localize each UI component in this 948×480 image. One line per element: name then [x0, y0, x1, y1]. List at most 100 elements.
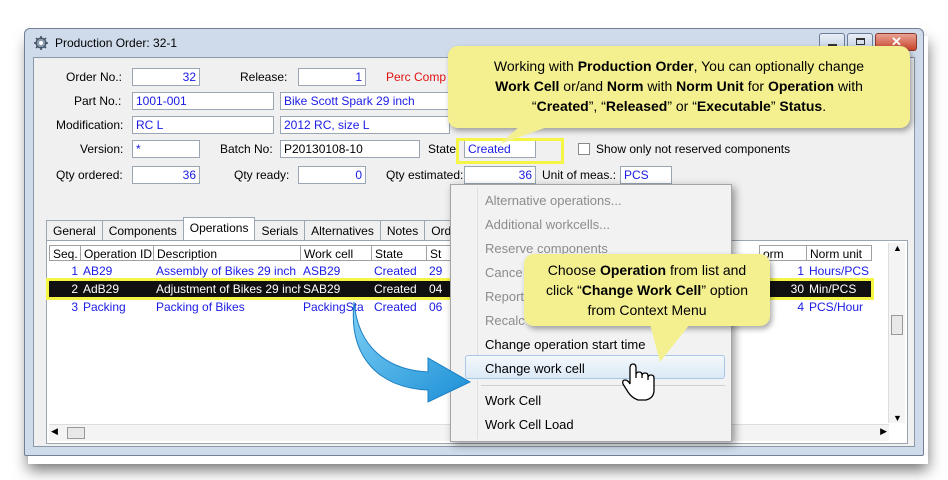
cell-work-cell: ASB29	[303, 264, 341, 278]
part-no-label: Part No.:	[74, 94, 122, 108]
callout-bold: Production Order	[577, 58, 694, 74]
callout-bold: Operation	[767, 78, 835, 94]
qty-estimated-field[interactable]: 36	[464, 166, 536, 184]
cell-norm-unit: Hours/PCS	[809, 264, 870, 278]
tab-notes[interactable]: Notes	[379, 220, 426, 240]
scroll-right-icon[interactable]: ▶	[880, 426, 887, 437]
window-title: Production Order: 32-1	[55, 36, 178, 50]
gear-icon	[34, 36, 48, 50]
unit-field[interactable]: PCS	[620, 166, 672, 184]
callout-top-pointer	[500, 126, 550, 144]
tab-components[interactable]: Components	[101, 220, 184, 240]
perc-comp-label: Perc Comp P	[386, 70, 458, 84]
header-work-cell[interactable]: Work cell	[300, 245, 372, 261]
order-no-field[interactable]: 32	[132, 68, 200, 86]
qty-ordered-field[interactable]: 36	[132, 166, 200, 184]
tab-operations[interactable]: Operations	[182, 217, 256, 240]
tab-alternatives[interactable]: Alternatives	[304, 220, 381, 240]
menu-item-work-cell-load[interactable]: Work Cell Load	[485, 417, 574, 432]
tab-general[interactable]: General	[46, 220, 103, 240]
scroll-up-icon[interactable]: ▲	[893, 243, 902, 253]
vertical-scroll-thumb[interactable]	[891, 315, 903, 335]
menu-item-cancel[interactable]: Cance	[485, 265, 523, 280]
batch-no-field[interactable]: P20130108-10	[280, 140, 420, 158]
callout-text: , You can optionally change	[693, 58, 865, 74]
qty-estimated-label: Qty estimated:	[386, 168, 464, 182]
cell-seq: 3	[71, 300, 78, 314]
menu-item-change-work-cell[interactable]: Change work cell	[485, 361, 585, 376]
qty-ready-field[interactable]: 0	[298, 166, 366, 184]
unit-label: Unit of meas.:	[542, 168, 617, 182]
menu-separator	[481, 385, 725, 386]
version-label: Version:	[80, 142, 124, 156]
callout-text: with	[643, 78, 677, 94]
callout-text: ” or “	[667, 98, 697, 114]
menu-item-work-cell[interactable]: Work Cell	[485, 393, 541, 408]
state-label: State:	[428, 142, 460, 156]
callout-bottom: Choose Operation from list and click “Ch…	[524, 254, 770, 326]
tab-serials[interactable]: Serials	[254, 220, 306, 240]
scroll-left-icon[interactable]: ◀	[51, 426, 58, 437]
callout-text: Choose	[547, 262, 600, 278]
callout-bold: Status	[779, 98, 823, 114]
cell-norm-unit: PCS/Hour	[809, 300, 864, 314]
qty-ordered-label: Qty ordered:	[56, 168, 123, 182]
callout-text: click “	[545, 282, 582, 298]
scroll-down-icon[interactable]: ▼	[893, 413, 902, 423]
order-no-label: Order No.:	[66, 70, 123, 84]
callout-text: .	[822, 98, 827, 114]
blue-arrow-icon	[352, 301, 472, 403]
modification-desc-field: 2012 RC, size L	[280, 116, 450, 134]
cell-description: Packing of Bikes	[156, 300, 245, 314]
callout-text: from Context Menu	[587, 302, 707, 318]
menu-item-alternative-operations[interactable]: Alternative operations...	[485, 193, 622, 208]
modification-label: Modification:	[56, 118, 124, 132]
header-description[interactable]: Description	[153, 245, 301, 261]
cell-description: Adjustment of Bikes 29 inch	[156, 282, 301, 296]
qty-ready-label: Qty ready:	[234, 168, 290, 182]
cell-st: 29	[429, 264, 443, 278]
cell-st: 04	[429, 282, 443, 296]
cell-state: Created	[374, 264, 417, 278]
header-seq[interactable]: Seq.	[49, 245, 81, 261]
cell-description: Assembly of Bikes 29 inch	[156, 264, 297, 278]
callout-text: Working with	[493, 58, 578, 74]
callout-bottom-pointer	[650, 324, 690, 362]
cell-operation-id: AB29	[83, 264, 113, 278]
callout-text: ”, “	[588, 98, 606, 114]
callout-text: or/and	[559, 78, 607, 94]
cell-seq: 1	[71, 264, 78, 278]
callout-bold: Change Work Cell	[581, 282, 702, 298]
callout-text: with	[834, 78, 863, 94]
cell-operation-id: AdB29	[83, 282, 120, 296]
show-not-reserved-label: Show only not reserved components	[596, 142, 791, 156]
header-state[interactable]: State	[371, 245, 427, 261]
release-field[interactable]: 1	[298, 68, 366, 86]
release-label: Release:	[240, 70, 288, 84]
callout-bold: Executable	[696, 98, 771, 114]
callout-bold: Work Cell	[495, 78, 560, 94]
part-no-field[interactable]: 1001-001	[132, 92, 274, 110]
horizontal-scroll-thumb[interactable]	[67, 427, 85, 439]
header-operation-id[interactable]: Operation ID	[80, 245, 154, 261]
show-not-reserved-checkbox[interactable]	[578, 143, 590, 155]
cell-operation-id: Packing	[83, 300, 126, 314]
menu-item-change-operation-start-time[interactable]: Change operation start time	[485, 337, 645, 352]
header-norm-unit[interactable]: Norm unit	[806, 245, 872, 261]
callout-text: ” option	[701, 282, 749, 298]
cell-norm-unit: Min/PCS	[809, 282, 857, 296]
tab-strip: General Components Operations Serials Al…	[46, 217, 459, 242]
hand-cursor-icon	[622, 363, 655, 401]
cell-seq: 2	[71, 282, 78, 296]
menu-item-recalc[interactable]: Recalc	[485, 313, 525, 328]
menu-item-report[interactable]: Report	[485, 289, 524, 304]
cell-work-cell: SAB29	[303, 282, 341, 296]
callout-top: Working with Production Order, You can o…	[448, 46, 910, 128]
vertical-scrollbar[interactable]: ▲ ▼	[888, 243, 905, 423]
modification-field[interactable]: RC L	[132, 116, 274, 134]
menu-item-additional-workcells[interactable]: Additional workcells...	[485, 217, 610, 232]
part-desc-field: Bike Scott Spark 29 inch	[280, 92, 450, 110]
callout-bold: Norm Unit	[676, 78, 744, 94]
version-field[interactable]: *	[132, 140, 200, 158]
callout-bold: Norm	[606, 78, 644, 94]
